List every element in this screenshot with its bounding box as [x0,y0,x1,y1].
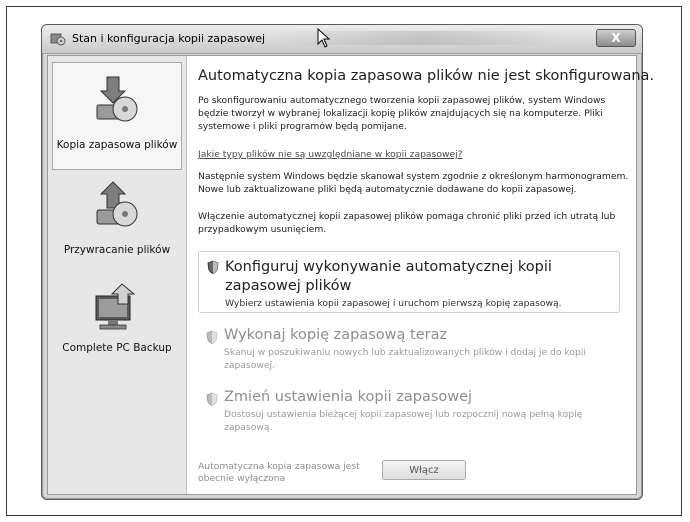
enable-button[interactable]: Włącz [382,460,466,480]
title-bar[interactable]: Stan i konfiguracja kopii zapasowej X [42,25,642,54]
sidebar-item-label: Complete PC Backup [62,342,172,354]
uac-shield-icon [206,392,218,406]
restore-files-icon [96,181,138,227]
sidebar-item-complete-pc-backup[interactable]: Complete PC Backup [52,270,182,378]
mouse-cursor-icon [317,28,331,48]
action-description: Wybierz ustawienia kopii zapasowej i uru… [225,298,562,309]
configure-backup-action[interactable]: Konfiguruj wykonywanie automatycznej kop… [198,251,620,313]
window-client-area: Kopia zapasowa plików Przywracanie plikó… [47,55,654,495]
uac-shield-icon [206,330,218,344]
window-title: Stan i konfiguracja kopii zapasowej [72,32,266,45]
sidebar-item-file-restore[interactable]: Przywracanie plików [52,168,182,276]
protection-text: Włączenie automatycznej kopii zapasowej … [198,211,616,235]
backup-now-action[interactable]: Wykonaj kopię zapasową teraz Skanuj w po… [198,322,620,372]
intro-text: Po skonfigurowaniu automatycznego tworze… [198,95,606,132]
sidebar: Kopia zapasowa plików Przywracanie plikó… [48,56,187,494]
action-title: Zmień ustawienia kopii zapasowej [224,389,473,405]
backup-status-text: Automatyczna kopia zapasowa jest obecnie… [198,461,360,484]
sidebar-item-label: Kopia zapasowa plików [56,139,178,151]
action-description: Skanuj w poszukiwaniu nowych lub zaktual… [224,347,586,371]
change-settings-action[interactable]: Zmień ustawienia kopii zapasowej Dostosu… [198,384,620,434]
page-heading: Automatyczna kopia zapasowa plików nie j… [198,68,655,84]
close-button[interactable]: X [596,29,636,47]
action-title: Konfiguruj wykonywanie automatycznej kop… [225,259,552,294]
main-content: Automatyczna kopia zapasowa plików nie j… [198,56,654,494]
excluded-file-types-link[interactable]: Jakie typy plików nie są uwzględniane w … [198,149,463,160]
backup-app-icon [50,33,66,46]
complete-pc-backup-icon [95,283,136,330]
schedule-text: Następnie system Windows będzie skanował… [198,171,629,195]
sidebar-item-label: Przywracanie plików [63,244,171,256]
action-description: Dostosuj ustawienia bieżącej kopii zapas… [224,409,583,433]
uac-shield-icon [207,260,219,274]
sidebar-item-file-backup[interactable]: Kopia zapasowa plików [52,62,182,170]
backup-window: Stan i konfiguracja kopii zapasowej X Ko… [41,24,654,500]
backup-files-icon [96,76,138,122]
action-title: Wykonaj kopię zapasową teraz [224,327,448,343]
